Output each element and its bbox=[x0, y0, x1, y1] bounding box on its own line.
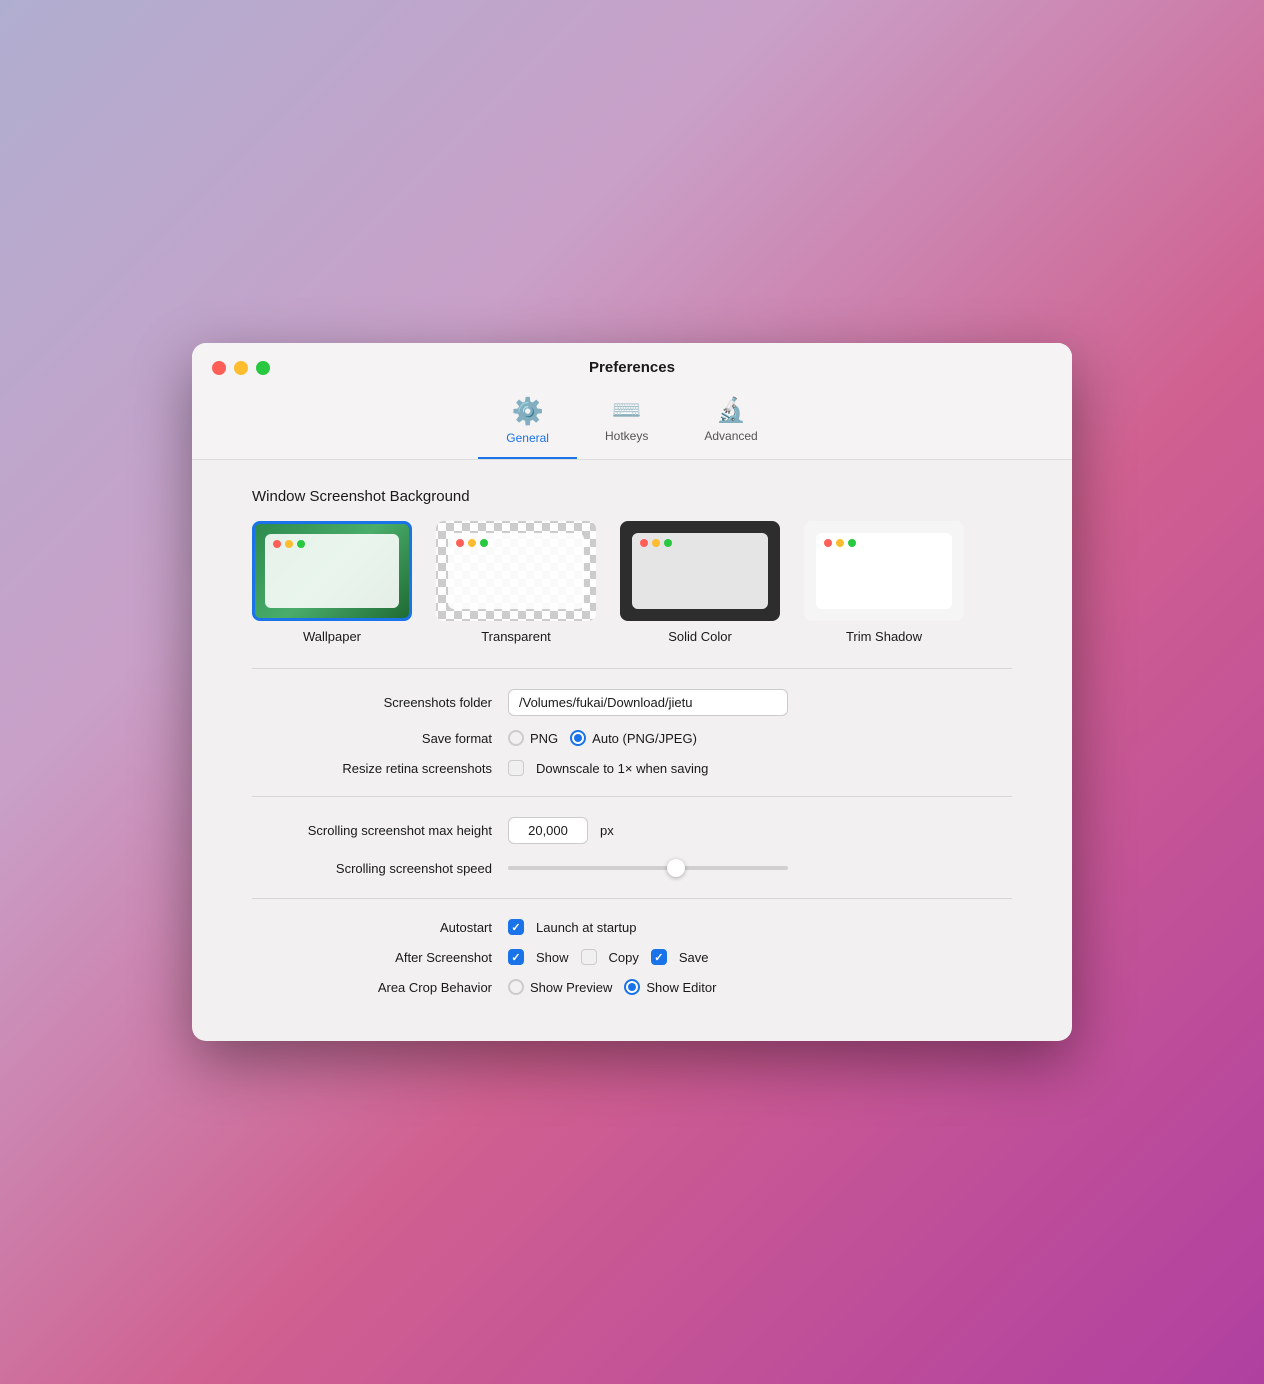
bg-label-trim: Trim Shadow bbox=[846, 629, 922, 644]
radio-editor-btn[interactable] bbox=[624, 979, 640, 995]
close-button[interactable] bbox=[212, 361, 226, 375]
hotkeys-icon: ⌨️ bbox=[612, 396, 642, 425]
maximize-button[interactable] bbox=[256, 361, 270, 375]
bg-preview-solid bbox=[620, 521, 780, 621]
radio-auto-label: Auto (PNG/JPEG) bbox=[592, 731, 697, 746]
copy-label: Copy bbox=[609, 950, 639, 965]
row-scrolling-height: Scrolling screenshot max height px bbox=[252, 817, 1012, 844]
radio-preview[interactable]: Show Preview bbox=[508, 979, 612, 995]
bg-option-solid[interactable]: Solid Color bbox=[620, 521, 780, 644]
screenshots-folder-input[interactable] bbox=[508, 689, 788, 716]
bg-preview-transparent bbox=[436, 521, 596, 621]
controls-save-format: PNG Auto (PNG/JPEG) bbox=[508, 730, 697, 746]
row-save-format: Save format PNG Auto (PNG/JPEG) bbox=[252, 730, 1012, 746]
row-area-crop: Area Crop Behavior Show Preview Show Edi… bbox=[252, 979, 1012, 995]
minimize-button[interactable] bbox=[234, 361, 248, 375]
controls-scrolling-height: px bbox=[508, 817, 614, 844]
radio-png-btn[interactable] bbox=[508, 730, 524, 746]
checkbox-save[interactable] bbox=[651, 949, 667, 965]
row-resize-retina: Resize retina screenshots Downscale to 1… bbox=[252, 760, 1012, 776]
speed-slider-track bbox=[508, 866, 788, 870]
tab-hotkeys[interactable]: ⌨️ Hotkeys bbox=[577, 388, 676, 459]
radio-auto[interactable]: Auto (PNG/JPEG) bbox=[570, 730, 697, 746]
radio-editor-label: Show Editor bbox=[646, 980, 716, 995]
label-autostart: Autostart bbox=[252, 920, 492, 935]
speed-slider-fill bbox=[508, 866, 676, 870]
px-label: px bbox=[600, 823, 614, 838]
bg-option-wallpaper[interactable]: Wallpaper bbox=[252, 521, 412, 644]
checkbox-copy[interactable] bbox=[581, 949, 597, 965]
checkbox-show[interactable] bbox=[508, 949, 524, 965]
row-scrolling-speed: Scrolling screenshot speed bbox=[252, 858, 1012, 878]
tab-advanced[interactable]: 🔬 Advanced bbox=[676, 388, 785, 459]
show-label: Show bbox=[536, 950, 569, 965]
resize-retina-label: Downscale to 1× when saving bbox=[536, 761, 708, 776]
save-label: Save bbox=[679, 950, 709, 965]
window-title: Preferences bbox=[589, 359, 675, 376]
controls-screenshots-folder bbox=[508, 689, 788, 716]
label-save-format: Save format bbox=[252, 731, 492, 746]
controls-area-crop: Show Preview Show Editor bbox=[508, 979, 716, 995]
radio-png-label: PNG bbox=[530, 731, 558, 746]
label-resize-retina: Resize retina screenshots bbox=[252, 761, 492, 776]
bg-section: Window Screenshot Background Wallpa bbox=[252, 488, 1012, 644]
tab-general[interactable]: ⚙️ General bbox=[478, 388, 577, 459]
titlebar: Preferences ⚙️ General ⌨️ Hotkeys 🔬 Adva… bbox=[192, 343, 1072, 460]
scrolling-height-input[interactable] bbox=[508, 817, 588, 844]
bg-label-transparent: Transparent bbox=[481, 629, 551, 644]
bg-option-transparent[interactable]: Transparent bbox=[436, 521, 596, 644]
radio-auto-btn[interactable] bbox=[570, 730, 586, 746]
autostart-label: Launch at startup bbox=[536, 920, 636, 935]
controls-after-screenshot: Show Copy Save bbox=[508, 949, 709, 965]
bg-options: Wallpaper Transparent bbox=[252, 521, 1012, 644]
row-after-screenshot: After Screenshot Show Copy Save bbox=[252, 949, 1012, 965]
label-scrolling-speed: Scrolling screenshot speed bbox=[252, 861, 492, 876]
bg-preview-trim bbox=[804, 521, 964, 621]
traffic-lights bbox=[212, 361, 270, 375]
content: Window Screenshot Background Wallpa bbox=[192, 460, 1072, 1041]
bg-section-title: Window Screenshot Background bbox=[252, 488, 1012, 505]
toolbar: ⚙️ General ⌨️ Hotkeys 🔬 Advanced bbox=[478, 388, 785, 459]
bg-option-trim[interactable]: Trim Shadow bbox=[804, 521, 964, 644]
controls-resize-retina: Downscale to 1× when saving bbox=[508, 760, 708, 776]
bg-preview-wallpaper bbox=[252, 521, 412, 621]
tab-hotkeys-label: Hotkeys bbox=[605, 429, 648, 443]
checkbox-resize-retina[interactable] bbox=[508, 760, 524, 776]
radio-png[interactable]: PNG bbox=[508, 730, 558, 746]
speed-slider-thumb[interactable] bbox=[667, 859, 685, 877]
controls-scrolling-speed bbox=[508, 858, 788, 878]
radio-preview-btn[interactable] bbox=[508, 979, 524, 995]
general-icon: ⚙️ bbox=[511, 396, 543, 427]
row-autostart: Autostart Launch at startup bbox=[252, 919, 1012, 935]
radio-editor[interactable]: Show Editor bbox=[624, 979, 716, 995]
label-after-screenshot: After Screenshot bbox=[252, 950, 492, 965]
label-scrolling-height: Scrolling screenshot max height bbox=[252, 823, 492, 838]
divider-2 bbox=[252, 796, 1012, 797]
label-area-crop: Area Crop Behavior bbox=[252, 980, 492, 995]
divider-3 bbox=[252, 898, 1012, 899]
bg-label-wallpaper: Wallpaper bbox=[303, 629, 361, 644]
tab-advanced-label: Advanced bbox=[704, 429, 757, 443]
row-screenshots-folder: Screenshots folder bbox=[252, 689, 1012, 716]
divider-1 bbox=[252, 668, 1012, 669]
checkbox-autostart[interactable] bbox=[508, 919, 524, 935]
advanced-icon: 🔬 bbox=[716, 396, 746, 425]
controls-autostart: Launch at startup bbox=[508, 919, 636, 935]
speed-slider-container bbox=[508, 858, 788, 878]
radio-preview-label: Show Preview bbox=[530, 980, 612, 995]
bg-label-solid: Solid Color bbox=[668, 629, 732, 644]
preferences-window: Preferences ⚙️ General ⌨️ Hotkeys 🔬 Adva… bbox=[192, 343, 1072, 1041]
label-screenshots-folder: Screenshots folder bbox=[252, 695, 492, 710]
tab-general-label: General bbox=[506, 431, 549, 445]
